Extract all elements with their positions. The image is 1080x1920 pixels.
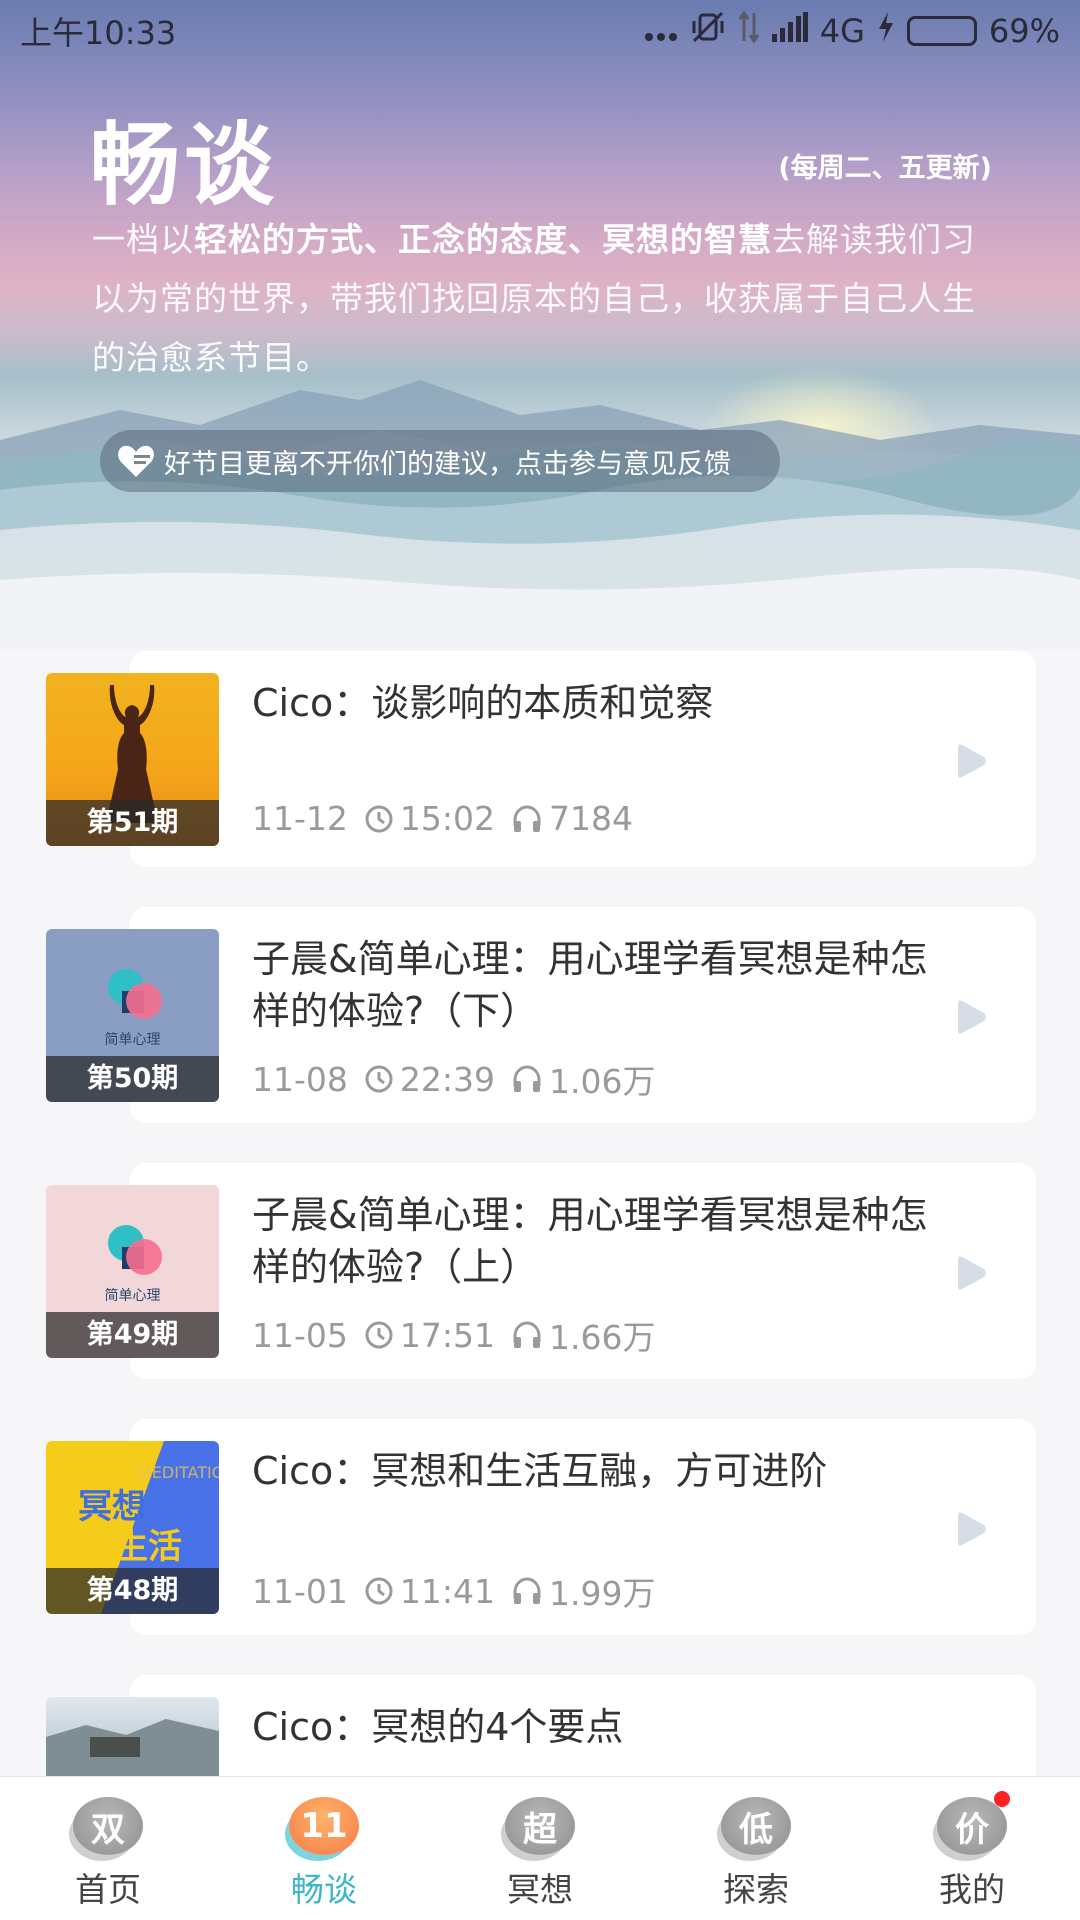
episode-cover[interactable]: 简单心理 第50期 [46,929,219,1102]
issue-label: 第48期 [46,1568,219,1614]
episode-title[interactable]: Cico：谈影响的本质和觉察 [252,677,962,729]
cover-brand-label: 简单心理 [104,1032,161,1048]
nav-label: 首页 [75,1870,141,1909]
episode-plays: 1.06万 [549,1062,656,1101]
clock-icon [365,1065,393,1093]
charging-icon [877,12,895,50]
status-bar: 上午10:33 4G 69% [0,0,1080,62]
clock-icon [365,805,393,832]
nav-label: 探索 [723,1870,789,1909]
bottom-nav: 双 首页 11 畅谈 超 冥想 低 探索 价 我的 [0,1776,1080,1920]
episode-meta: 11-01 11:41 1.99万 [252,1567,671,1615]
issue-label: 第49期 [46,1312,219,1358]
more-dots-icon [644,12,678,50]
episode-plays: 1.99万 [549,1574,656,1613]
episode-plays: 7184 [549,799,633,838]
episode-item[interactable]: 第51期 Cico：谈影响的本质和觉察 11-12 15:02 7184 [0,651,1080,867]
jiandan-xinli-logo-icon [108,969,162,1019]
episode-title[interactable]: 子晨&简单心理：用心理学看冥想是种怎样的体验?（上） [252,1189,962,1293]
feedback-button[interactable]: 好节目更离不开你们的建议，点击参与意见反馈 [100,430,780,492]
episode-duration: 11:41 [399,1571,495,1611]
meditate-tab-icon: 超 [505,1797,575,1855]
signal-icon [771,12,808,50]
home-tab-icon: 双 [73,1797,143,1855]
nav-item-mine[interactable]: 价 我的 [864,1777,1080,1920]
episode-title[interactable]: 子晨&简单心理：用心理学看冥想是种怎样的体验?（下） [252,933,962,1037]
episode-duration: 15:02 [399,799,495,838]
vibrate-off-icon [690,11,726,51]
headphones-icon [513,1065,541,1092]
nav-label: 畅谈 [291,1870,357,1909]
program-description: 一档以轻松的方式、正念的态度、冥想的智慧去解读我们习以为常的世界，带我们找回原本… [92,210,1002,387]
episode-cover[interactable]: 第51期 [46,673,219,846]
feedback-text: 好节目更离不开你们的建议，点击参与意见反馈 [164,448,731,480]
episode-title[interactable]: Cico：冥想的4个要点 [252,1701,962,1753]
episode-duration: 22:39 [399,1059,495,1099]
nav-label: 我的 [939,1870,1005,1909]
clock-icon [365,1321,393,1349]
episode-date: 11-01 [252,1571,348,1611]
episode-duration: 17:51 [399,1315,495,1355]
episode-item[interactable]: MEDITATION 冥想 生活 第48期 Cico：冥想和生活互融，方可进阶 … [0,1419,1080,1635]
data-transfer-icon [738,10,760,51]
update-schedule: (每周二、五更新) [778,153,992,184]
battery-percent: 69% [988,12,1060,50]
mine-tab-icon: 价 [937,1797,1007,1855]
play-icon[interactable] [952,743,988,779]
nav-item-meditate[interactable]: 超 冥想 [432,1777,648,1920]
episode-date: 11-05 [252,1315,348,1355]
cover-line-2: 生活 [114,1527,182,1567]
episode-plays: 1.66万 [549,1318,656,1357]
network-type: 4G [819,12,865,50]
clock-icon [365,1577,393,1605]
episode-item[interactable]: 简单心理 第49期 子晨&简单心理：用心理学看冥想是种怎样的体验?（上） 11-… [0,1163,1080,1379]
episode-cover[interactable]: MEDITATION 冥想 生活 第48期 [46,1441,219,1614]
nav-item-explore[interactable]: 低 探索 [648,1777,864,1920]
notification-dot [994,1791,1010,1807]
description-prefix: 一档以 [92,220,194,259]
headphones-icon [513,1577,541,1604]
header-banner: 上午10:33 4G 69% 畅谈 (每周二、五更新) 一档以轻松的方式、正念的… [0,0,1080,650]
episode-meta: 11-05 17:51 1.66万 [252,1311,671,1359]
description-highlight: 轻松的方式、正念的态度、冥想的智慧 [194,220,772,259]
nav-item-home[interactable]: 双 首页 [0,1777,216,1920]
play-icon[interactable] [952,999,988,1035]
episode-item[interactable]: 简单心理 第50期 子晨&简单心理：用心理学看冥想是种怎样的体验?（下） 11-… [0,907,1080,1123]
play-icon[interactable] [952,1255,988,1291]
issue-label: 第51期 [46,800,219,846]
page-title: 畅谈 [90,113,278,218]
episode-meta: 11-08 22:39 1.06万 [252,1055,671,1103]
issue-label: 第50期 [46,1056,219,1102]
episode-cover[interactable]: 简单心理 第49期 [46,1185,219,1358]
heart-chat-icon [118,445,154,477]
explore-tab-icon: 低 [721,1797,791,1855]
cover-brand-label: 简单心理 [104,1288,161,1304]
nav-item-talk[interactable]: 11 畅谈 [216,1777,432,1920]
headphones-icon [513,804,541,832]
episode-meta: 11-12 15:02 7184 [252,799,649,838]
talk-tab-icon: 11 [289,1797,359,1855]
episode-date: 11-08 [252,1059,348,1099]
episode-date: 11-12 [252,799,348,838]
episode-title[interactable]: Cico：冥想和生活互融，方可进阶 [252,1445,962,1497]
nav-label: 冥想 [507,1870,573,1909]
battery-icon [906,16,977,46]
status-time: 上午10:33 [20,14,177,52]
cover-sub-label: MEDITATION [138,1463,219,1482]
jiandan-xinli-logo-icon [108,1225,162,1275]
headphones-icon [513,1321,541,1348]
play-icon[interactable] [952,1511,988,1547]
